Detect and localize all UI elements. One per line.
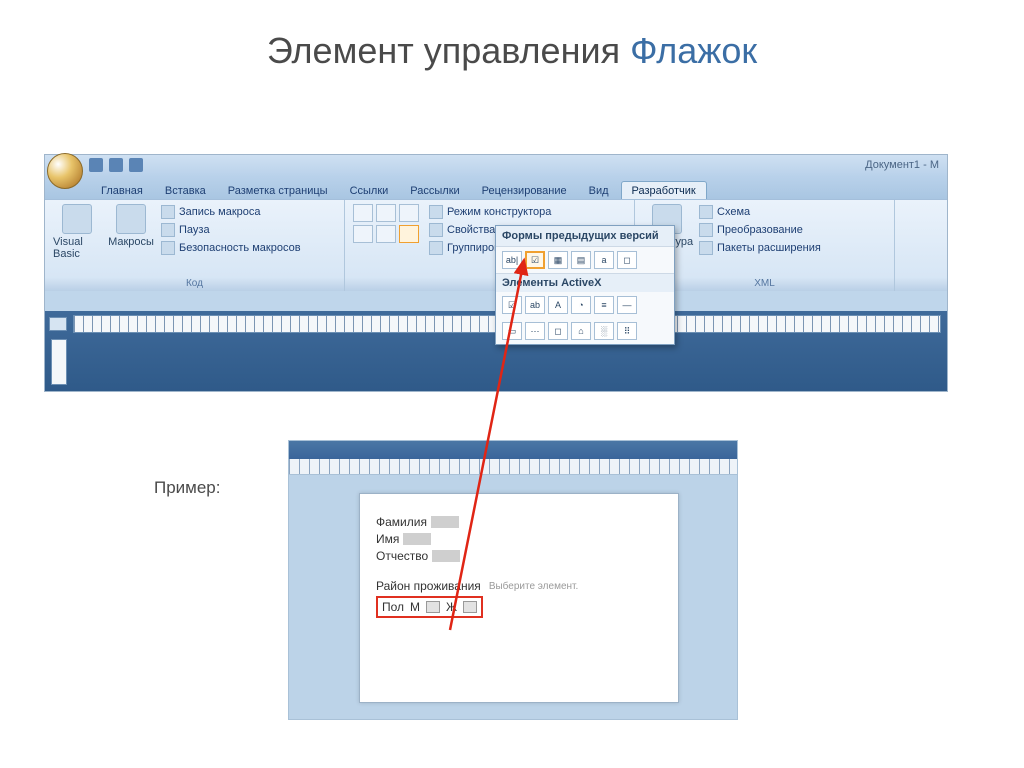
sex-f-checkbox[interactable] [463, 601, 477, 613]
tab-home[interactable]: Главная [91, 182, 153, 199]
example-body: Фамилия Имя Отчество Район проживания Вы… [289, 475, 737, 719]
ax-combo-icon[interactable]: — [617, 296, 637, 314]
region-label: Район проживания [376, 579, 481, 593]
record-macro-button[interactable]: Запись макроса [161, 205, 301, 219]
legacy-forms-row: ab| ☑ ▦ ▤ a ◻ [496, 247, 674, 273]
activex-row-1: ☑ ab A ◔ ≡ — [496, 292, 674, 318]
patronymic-input[interactable] [432, 550, 460, 562]
tab-review[interactable]: Рецензирование [472, 182, 577, 199]
tab-pagelayout[interactable]: Разметка страницы [218, 182, 338, 199]
ax-spin-icon[interactable]: ◻ [548, 322, 568, 340]
tab-developer[interactable]: Разработчик [621, 181, 707, 199]
design-mode-button[interactable]: Режим конструктора [429, 205, 551, 219]
quick-access-toolbar[interactable] [89, 158, 143, 172]
ruler-corner [49, 317, 67, 331]
legacy-label-icon[interactable]: a [594, 251, 614, 269]
design-icon [429, 205, 443, 219]
document-name: Документ1 - M [865, 159, 939, 171]
ax-option-icon[interactable]: ◔ [571, 296, 591, 314]
firstname-input[interactable] [403, 533, 431, 545]
legacy-combobox-icon[interactable]: ▦ [548, 251, 568, 269]
tab-view[interactable]: Вид [579, 182, 619, 199]
ax-button-icon[interactable]: ▭ [502, 322, 522, 340]
legacy-frame-icon[interactable]: ▤ [571, 251, 591, 269]
macros-label: Макросы [108, 236, 154, 248]
firstname-label: Имя [376, 532, 399, 546]
controls-gallery[interactable] [353, 204, 419, 256]
lastname-input[interactable] [431, 516, 459, 528]
schema-icon [699, 205, 713, 219]
ax-image-icon[interactable]: ░ [594, 322, 614, 340]
tab-references[interactable]: Ссылки [340, 182, 399, 199]
tab-insert[interactable]: Вставка [155, 182, 216, 199]
field-firstname: Имя [376, 532, 662, 546]
vb-label: Visual Basic [53, 236, 101, 260]
example-titlebar [289, 441, 737, 459]
vertical-ruler[interactable] [51, 339, 67, 385]
macro-security-button[interactable]: Безопасность макросов [161, 241, 301, 255]
schema-button[interactable]: Схема [699, 205, 821, 219]
region-hint[interactable]: Выберите элемент. [489, 581, 578, 592]
activex-row-2: ▭ ⋯ ◻ ⌂ ░ ⠿ [496, 318, 674, 344]
sex-m-checkbox[interactable] [426, 601, 440, 613]
legacy-forms-header: Формы предыдущих версий [496, 226, 674, 247]
field-patronymic: Отчество [376, 549, 662, 563]
slide-title: Элемент управления Флажок [0, 30, 1024, 72]
transform-button[interactable]: Преобразование [699, 223, 821, 237]
word-window: Документ1 - M Главная Вставка Разметка с… [44, 154, 948, 392]
transform-icon [699, 223, 713, 237]
legacy-textfield-icon[interactable]: ab| [502, 251, 522, 269]
group-xml-label: XML [643, 276, 886, 289]
ribbon-tabs: Главная Вставка Разметка страницы Ссылки… [45, 177, 947, 199]
redo-icon[interactable] [129, 158, 143, 172]
record-icon [161, 205, 175, 219]
ax-checkbox-icon[interactable]: ☑ [502, 296, 522, 314]
pause-icon [161, 223, 175, 237]
ax-list-icon[interactable]: ≡ [594, 296, 614, 314]
pause-button[interactable]: Пауза [161, 223, 301, 237]
office-button[interactable] [47, 153, 83, 189]
macros-button[interactable]: Макросы [107, 204, 155, 260]
ax-more-icon[interactable]: ⠿ [617, 322, 637, 340]
save-icon[interactable] [89, 158, 103, 172]
titlebar: Документ1 - M [45, 155, 947, 177]
sex-label: Пол [382, 600, 404, 614]
ax-textbox-icon[interactable]: ab [525, 296, 545, 314]
sex-m-label: М [410, 600, 420, 614]
sex-highlight-box: Пол М Ж [376, 596, 483, 618]
ax-label-icon[interactable]: A [548, 296, 568, 314]
group-code: Visual Basic Макросы Запись макроса Пауз… [45, 200, 345, 291]
lastname-label: Фамилия [376, 515, 427, 529]
field-region: Район проживания Выберите элемент. [376, 579, 662, 593]
expansion-packs-button[interactable]: Пакеты расширения [699, 241, 821, 255]
vb-icon [62, 204, 92, 234]
example-window: Фамилия Имя Отчество Район проживания Вы… [288, 440, 738, 720]
legacy-reset-icon[interactable]: ◻ [617, 251, 637, 269]
group-icon [429, 241, 443, 255]
packs-icon [699, 241, 713, 255]
group-code-label: Код [53, 276, 336, 289]
ax-toggle-icon[interactable]: ⋯ [525, 322, 545, 340]
legacy-checkbox-icon[interactable]: ☑ [525, 251, 545, 269]
sex-f-label: Ж [446, 600, 457, 614]
visual-basic-button[interactable]: Visual Basic [53, 204, 101, 260]
example-page: Фамилия Имя Отчество Район проживания Вы… [359, 493, 679, 703]
tab-mailings[interactable]: Рассылки [400, 182, 469, 199]
example-ruler[interactable] [289, 459, 737, 475]
activex-header: Элементы ActiveX [496, 273, 674, 292]
field-sex: Пол М Ж [376, 596, 662, 618]
example-label: Пример: [154, 478, 221, 498]
legacy-tools-popup: Формы предыдущих версий ab| ☑ ▦ ▤ a ◻ Эл… [495, 225, 675, 345]
properties-icon [429, 223, 443, 237]
patronymic-label: Отчество [376, 549, 428, 563]
title-main: Элемент управления [267, 30, 620, 71]
macros-icon [116, 204, 146, 234]
title-accent: Флажок [630, 30, 757, 71]
field-lastname: Фамилия [376, 515, 662, 529]
undo-icon[interactable] [109, 158, 123, 172]
shield-icon [161, 241, 175, 255]
ax-scroll-icon[interactable]: ⌂ [571, 322, 591, 340]
